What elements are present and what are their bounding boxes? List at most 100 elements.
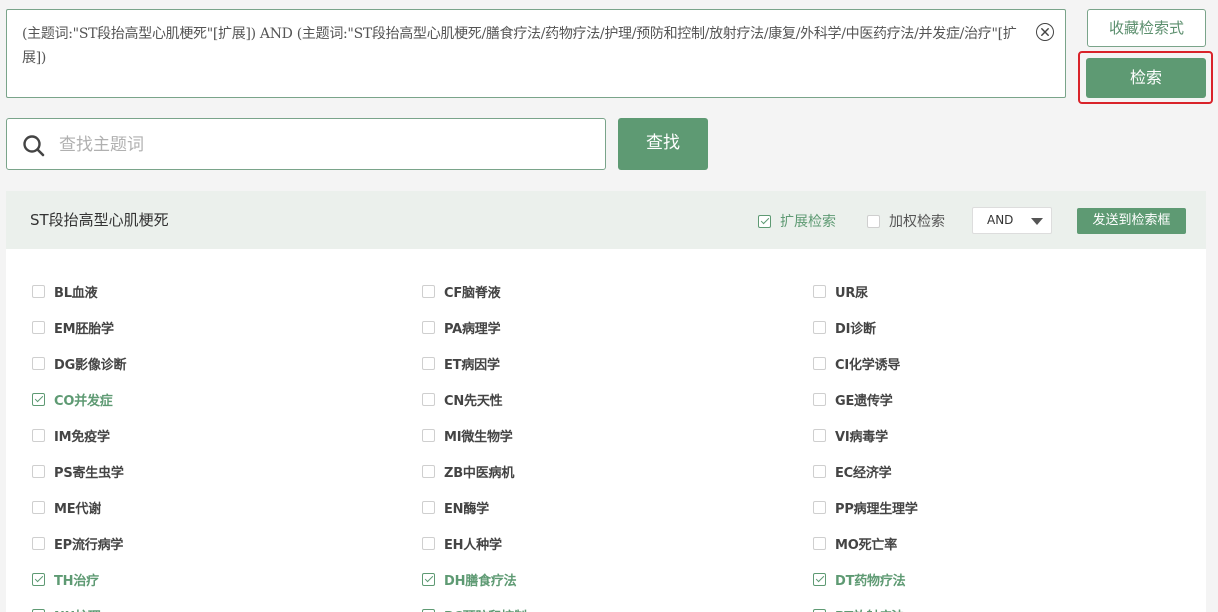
subheading-item[interactable]: EP流行病学	[32, 535, 123, 553]
find-button[interactable]: 查找	[618, 118, 708, 170]
subheading-item[interactable]: IM免疫学	[32, 427, 110, 445]
search-button[interactable]: 检索	[1086, 58, 1206, 98]
subheading-item[interactable]: EC经济学	[813, 463, 892, 481]
subheading-checkbox[interactable]	[422, 572, 435, 586]
clear-icon[interactable]	[1036, 23, 1054, 41]
subheading-label: NU护理	[54, 606, 101, 612]
subheading-label: IM免疫学	[54, 429, 110, 445]
subheading-label: EC经济学	[835, 465, 892, 481]
logic-operator-value: AND	[987, 213, 1014, 227]
subheading-checkbox[interactable]	[813, 320, 826, 334]
subheading-item[interactable]: EM胚胎学	[32, 319, 114, 337]
subheading-checkbox[interactable]	[813, 500, 826, 514]
subheading-label: PS寄生虫学	[54, 465, 124, 481]
subheading-item[interactable]: DH膳食疗法	[422, 571, 517, 589]
subheading-checkbox[interactable]	[32, 536, 45, 550]
subheading-label: DI诊断	[835, 321, 876, 337]
subheading-label: CF脑脊液	[444, 285, 501, 301]
subheading-checkbox[interactable]	[813, 356, 826, 370]
subheading-checkbox[interactable]	[32, 500, 45, 514]
subheading-label: RT放射疗法	[835, 606, 904, 612]
subheading-checkbox[interactable]	[422, 320, 435, 334]
subheading-item[interactable]: MO死亡率	[813, 535, 897, 553]
subheading-item[interactable]: CI化学诱导	[813, 355, 900, 373]
subheading-checkbox[interactable]	[422, 464, 435, 478]
subheading-label: DT药物疗法	[835, 573, 906, 589]
subheading-item[interactable]: MI微生物学	[422, 427, 513, 445]
subheading-label: EN酶学	[444, 501, 489, 517]
subheading-label: UR尿	[835, 285, 868, 301]
subheading-label: DH膳食疗法	[444, 573, 517, 589]
query-textarea[interactable]: (主题词:"ST段抬高型心肌梗死"[扩展]) AND (主题词:"ST段抬高型心…	[6, 9, 1066, 98]
subheading-checkbox[interactable]	[422, 500, 435, 514]
query-text: (主题词:"ST段抬高型心肌梗死"[扩展]) AND (主题词:"ST段抬高型心…	[22, 26, 1017, 66]
subheading-item[interactable]: PA病理学	[422, 319, 501, 337]
subheading-checkbox[interactable]	[422, 608, 435, 612]
expand-search-checkbox[interactable]	[758, 214, 771, 228]
subheading-item[interactable]: CN先天性	[422, 391, 503, 409]
subheading-item[interactable]: BL血液	[32, 283, 98, 301]
subheading-label: CO并发症	[54, 393, 113, 409]
send-to-search-box-button[interactable]: 发送到检索框	[1077, 208, 1186, 234]
weighted-search-label: 加权检索	[889, 214, 945, 230]
expand-search-option[interactable]: 扩展检索	[758, 211, 836, 231]
subheading-item[interactable]: PS寄生虫学	[32, 463, 124, 481]
subheading-item[interactable]: RT放射疗法	[813, 607, 904, 612]
subheading-label: TH治疗	[54, 573, 99, 589]
subheading-checkbox[interactable]	[813, 572, 826, 586]
subheading-item[interactable]: NU护理	[32, 607, 101, 612]
subheading-label: BL血液	[54, 285, 98, 301]
subheading-checkbox[interactable]	[422, 428, 435, 442]
subheading-item[interactable]: PP病理生理学	[813, 499, 918, 517]
logic-operator-select[interactable]: AND	[972, 207, 1052, 234]
subheading-item[interactable]: EN酶学	[422, 499, 489, 517]
subheading-item[interactable]: UR尿	[813, 283, 868, 301]
weighted-search-checkbox[interactable]	[867, 214, 880, 228]
subheading-checkbox[interactable]	[813, 428, 826, 442]
subheading-item[interactable]: CF脑脊液	[422, 283, 501, 301]
subheading-checkbox[interactable]	[422, 392, 435, 406]
subheading-checkbox[interactable]	[422, 356, 435, 370]
subheading-label: CN先天性	[444, 393, 503, 409]
subheading-item[interactable]: DT药物疗法	[813, 571, 906, 589]
subheading-checkbox[interactable]	[32, 320, 45, 334]
subheading-checkbox[interactable]	[32, 284, 45, 298]
subheading-checkbox[interactable]	[813, 608, 826, 612]
subheading-item[interactable]: TH治疗	[32, 571, 99, 589]
subheading-checkbox[interactable]	[32, 392, 45, 406]
subheading-item[interactable]: ME代谢	[32, 499, 102, 517]
subheading-label: EH人种学	[444, 537, 502, 553]
subheading-checkbox[interactable]	[813, 392, 826, 406]
subheading-checkbox[interactable]	[32, 464, 45, 478]
subheading-checkbox[interactable]	[32, 572, 45, 586]
subheading-item[interactable]: PC预防和控制	[422, 607, 527, 612]
weighted-search-option[interactable]: 加权检索	[867, 211, 945, 231]
subheading-label: PC预防和控制	[444, 606, 527, 612]
chevron-down-icon	[1031, 218, 1043, 225]
subheading-checkbox[interactable]	[422, 536, 435, 550]
subheading-item[interactable]: GE遗传学	[813, 391, 893, 409]
subheading-item[interactable]: ET病因学	[422, 355, 500, 373]
subheading-label: ME代谢	[54, 501, 102, 517]
subheading-label: GE遗传学	[835, 393, 893, 409]
subheading-item[interactable]: CO并发症	[32, 391, 113, 409]
subheading-item[interactable]: VI病毒学	[813, 427, 888, 445]
subheading-checkbox[interactable]	[32, 428, 45, 442]
expand-search-label: 扩展检索	[780, 214, 836, 230]
subheading-item[interactable]: DI诊断	[813, 319, 876, 337]
subheading-checkbox[interactable]	[422, 284, 435, 298]
subheading-item[interactable]: ZB中医病机	[422, 463, 514, 481]
subheading-label: MI微生物学	[444, 429, 513, 445]
subheading-item[interactable]: EH人种学	[422, 535, 502, 553]
subheading-label: PP病理生理学	[835, 501, 918, 517]
subheading-label: MO死亡率	[835, 537, 897, 553]
save-query-button[interactable]: 收藏检索式	[1087, 9, 1206, 47]
find-subject-input[interactable]	[59, 131, 589, 159]
subheading-checkbox[interactable]	[32, 608, 45, 612]
subheading-checkbox[interactable]	[813, 284, 826, 298]
find-box	[6, 118, 606, 170]
subheading-checkbox[interactable]	[813, 536, 826, 550]
subheading-checkbox[interactable]	[813, 464, 826, 478]
subheading-checkbox[interactable]	[32, 356, 45, 370]
subheading-item[interactable]: DG影像诊断	[32, 355, 126, 373]
